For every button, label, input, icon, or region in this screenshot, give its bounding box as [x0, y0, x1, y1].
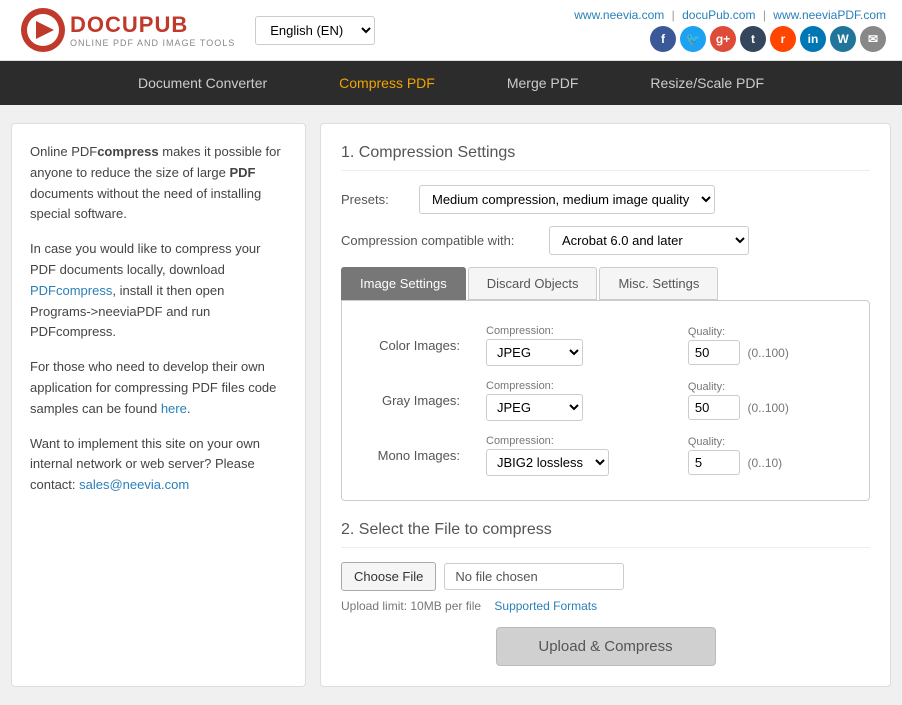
- neevia-link[interactable]: www.neevia.com: [574, 8, 664, 22]
- logo-icon: [16, 6, 70, 54]
- color-quality-cell: Quality: (0..100): [678, 319, 847, 372]
- pdfcompress-link[interactable]: PDFcompress: [30, 283, 112, 298]
- nav-compress-pdf[interactable]: Compress PDF: [303, 61, 471, 105]
- right-panel: 1. Compression Settings Presets: Maximum…: [320, 123, 891, 687]
- googleplus-icon[interactable]: g+: [710, 26, 736, 52]
- neeviapdf-link[interactable]: www.neeviaPDF.com: [773, 8, 886, 22]
- color-quality-input[interactable]: [688, 340, 740, 365]
- file-select-row: Choose File No file chosen: [341, 562, 870, 591]
- gray-quality-input[interactable]: [688, 395, 740, 420]
- top-links: www.neevia.com | docuPub.com | www.neevi…: [574, 8, 886, 22]
- intro-para3: For those who need to develop their own …: [30, 357, 287, 419]
- logo-text: DOCUPUB ONLINE PDF AND IMAGE TOOLS: [70, 12, 235, 48]
- mono-quality-input[interactable]: [688, 450, 740, 475]
- logo-area: DOCUPUB ONLINE PDF AND IMAGE TOOLS Engli…: [16, 6, 375, 54]
- presets-label: Presets:: [341, 192, 411, 207]
- upload-limit-row: Upload limit: 10MB per file Supported Fo…: [341, 599, 870, 613]
- compat-label: Compression compatible with:: [341, 233, 541, 248]
- supported-formats-link[interactable]: Supported Formats: [494, 599, 597, 613]
- tab-content-image-settings: Color Images: Compression: None JPEG JPE…: [341, 300, 870, 501]
- table-row: Gray Images: Compression: None JPEG JPEG…: [364, 374, 847, 427]
- tumblr-icon[interactable]: t: [740, 26, 766, 52]
- language-selector-wrap: English (EN) French (FR) German (DE) Spa…: [255, 16, 375, 45]
- gray-quality-cell: Quality: (0..100): [678, 374, 847, 427]
- nav-resize-pdf[interactable]: Resize/Scale PDF: [614, 61, 800, 105]
- gray-compression-select[interactable]: None JPEG JPEG2000 Flate ZIP: [486, 394, 583, 421]
- linkedin-icon[interactable]: in: [800, 26, 826, 52]
- top-right: www.neevia.com | docuPub.com | www.neevi…: [574, 8, 886, 52]
- table-row: Mono Images: Compression: None CCITT Gro…: [364, 429, 847, 482]
- nav-document-converter[interactable]: Document Converter: [102, 61, 303, 105]
- mono-quality-cell: Quality: (0..10): [678, 429, 847, 482]
- mono-quality-range: (0..10): [748, 456, 783, 470]
- reddit-icon[interactable]: r: [770, 26, 796, 52]
- tab-misc-settings[interactable]: Misc. Settings: [599, 267, 718, 300]
- language-select[interactable]: English (EN) French (FR) German (DE) Spa…: [255, 16, 375, 45]
- tab-discard-objects[interactable]: Discard Objects: [468, 267, 598, 300]
- facebook-icon[interactable]: f: [650, 26, 676, 52]
- gray-quality-range: (0..100): [748, 401, 789, 415]
- image-settings-table: Color Images: Compression: None JPEG JPE…: [362, 317, 849, 484]
- mono-compression-select[interactable]: None CCITT Group 3 CCITT Group 4 JBIG2 l…: [486, 449, 609, 476]
- color-images-label: Color Images:: [364, 319, 474, 372]
- upload-compress-button[interactable]: Upload & Compress: [496, 627, 716, 666]
- gray-images-label: Gray Images:: [364, 374, 474, 427]
- nav-merge-pdf[interactable]: Merge PDF: [471, 61, 615, 105]
- color-quality-range: (0..100): [748, 346, 789, 360]
- email-icon[interactable]: ✉: [860, 26, 886, 52]
- sales-email-link[interactable]: sales@neevia.com: [79, 477, 189, 492]
- gray-compression-cell: Compression: None JPEG JPEG2000 Flate ZI…: [476, 374, 676, 427]
- color-compression-cell: Compression: None JPEG JPEG2000 Flate ZI…: [476, 319, 676, 372]
- compat-select[interactable]: Acrobat 4.0 and later Acrobat 5.0 and la…: [549, 226, 749, 255]
- file-name-display: No file chosen: [444, 563, 624, 590]
- section2: 2. Select the File to compress Choose Fi…: [341, 521, 870, 666]
- docupub-link[interactable]: docuPub.com: [682, 8, 755, 22]
- color-compression-select[interactable]: None JPEG JPEG2000 Flate ZIP: [486, 339, 583, 366]
- intro-para1: Online PDFcompress makes it possible for…: [30, 142, 287, 225]
- nav-bar: Document Converter Compress PDF Merge PD…: [0, 61, 902, 105]
- left-panel: Online PDFcompress makes it possible for…: [11, 123, 306, 687]
- section1-title: 1. Compression Settings: [341, 144, 870, 171]
- brand-sub: ONLINE PDF AND IMAGE TOOLS: [70, 38, 235, 48]
- top-bar: DOCUPUB ONLINE PDF AND IMAGE TOOLS Engli…: [0, 0, 902, 61]
- upload-limit-text: Upload limit: 10MB per file: [341, 599, 481, 613]
- tab-image-settings[interactable]: Image Settings: [341, 267, 466, 300]
- mono-compression-cell: Compression: None CCITT Group 3 CCITT Gr…: [476, 429, 676, 482]
- presets-select[interactable]: Maximum compression, low image quality M…: [419, 185, 715, 214]
- brand-name: DOCUPUB: [70, 12, 235, 38]
- choose-file-button[interactable]: Choose File: [341, 562, 436, 591]
- here-link[interactable]: here: [161, 401, 187, 416]
- presets-row: Presets: Maximum compression, low image …: [341, 185, 870, 214]
- mono-images-label: Mono Images:: [364, 429, 474, 482]
- settings-tabs: Image Settings Discard Objects Misc. Set…: [341, 267, 870, 300]
- intro-para2: In case you would like to compress your …: [30, 239, 287, 343]
- main-container: Online PDFcompress makes it possible for…: [1, 123, 901, 687]
- compat-row: Compression compatible with: Acrobat 4.0…: [341, 226, 870, 255]
- table-row: Color Images: Compression: None JPEG JPE…: [364, 319, 847, 372]
- section2-title: 2. Select the File to compress: [341, 521, 870, 548]
- wordpress-icon[interactable]: W: [830, 26, 856, 52]
- twitter-icon[interactable]: 🐦: [680, 26, 706, 52]
- social-icons: f 🐦 g+ t r in W ✉: [650, 26, 886, 52]
- intro-para4: Want to implement this site on your own …: [30, 434, 287, 496]
